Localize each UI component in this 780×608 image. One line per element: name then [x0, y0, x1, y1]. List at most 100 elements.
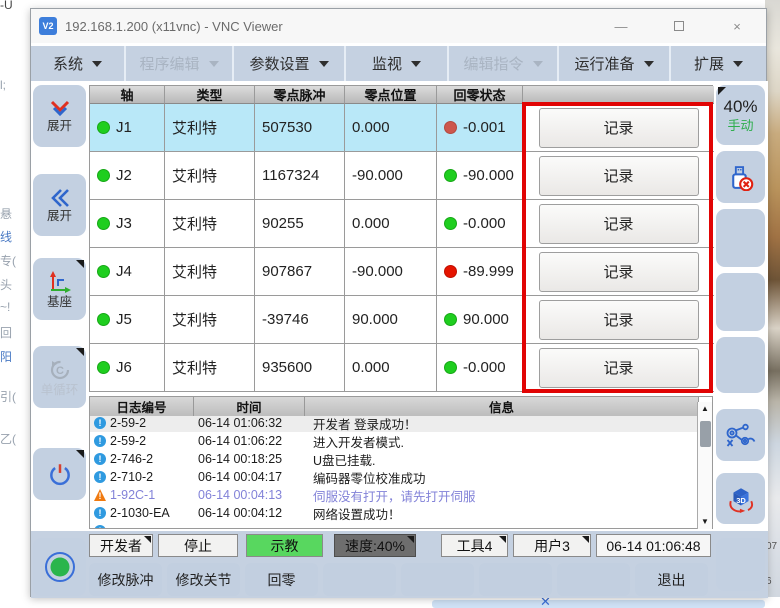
scrollbar-thumb[interactable] [700, 421, 711, 447]
record-button-j4[interactable]: 记录 [539, 252, 699, 292]
log-row[interactable]: 2-746-2 06-14 00:18:25 U盘已挂载. [90, 450, 712, 468]
table-row-j3[interactable]: J3 艾利特 90255 0.000 -0.000 记录 [90, 200, 712, 248]
bg-fragment: l; [0, 78, 29, 92]
expand-left-button[interactable]: 展开 [33, 174, 86, 236]
info-icon [94, 417, 106, 429]
speed-badge[interactable]: 速度:40% [334, 534, 416, 557]
axis-led [97, 361, 110, 374]
chevron-down-icon [319, 61, 329, 67]
status-bar: 开发者 停止 示教 速度:40% 工具4 用户3 06-14 01:06:48 [89, 534, 713, 558]
single-cycle-button[interactable]: C 单循环 [33, 346, 86, 408]
maximize-button[interactable] [650, 9, 708, 43]
clock: 06-14 01:06:48 [596, 534, 711, 557]
table-row-j6[interactable]: J6 艾利特 935600 0.000 -0.000 记录 [90, 344, 712, 392]
menubar: 系统 程序编辑 参数设置 监视 编辑指令 运行准备 扩展 [31, 46, 766, 81]
status-led [444, 265, 457, 278]
tool-badge[interactable]: 工具4 [441, 534, 508, 557]
base-frame-button[interactable]: 基座 [33, 258, 86, 320]
speed-mode-button[interactable]: 40% 手动 [716, 85, 765, 145]
expand-label: 展开 [47, 120, 72, 133]
function-key-row: 修改脉冲 修改关节 回零 退出 [89, 563, 713, 596]
maximize-icon [674, 21, 684, 31]
power-icon [47, 461, 73, 487]
col-axis: 轴 [90, 86, 165, 104]
run-state-badge: 停止 [158, 534, 238, 557]
info-icon [94, 525, 106, 528]
window-title: 192.168.1.200 (x11vnc) - VNC Viewer [65, 19, 592, 34]
servo-power-button[interactable] [33, 448, 86, 500]
home-button[interactable]: 回零 [245, 563, 318, 596]
log-row[interactable]: 2-59-2 06-14 01:06:32 开发者 登录成功！ [90, 414, 712, 432]
speed-percent: 40% [723, 98, 757, 116]
menu-run-prepare[interactable]: 运行准备 [559, 46, 671, 81]
user-frame-badge[interactable]: 用户3 [513, 534, 591, 557]
modify-joint-button[interactable]: 修改关节 [167, 563, 240, 596]
menu-system[interactable]: 系统 [31, 46, 126, 81]
table-row-j2[interactable]: J2 艾利特 1167324 -90.000 -90.000 记录 [90, 152, 712, 200]
minimize-button[interactable]: — [592, 9, 650, 43]
svg-text:C: C [56, 365, 64, 377]
log-row[interactable]: 2-1030-EA 06-14 00:04:12 网络设置成功！ [90, 504, 712, 522]
chevron-down-icon [533, 61, 543, 67]
chevron-down-icon [209, 61, 219, 67]
view-3d-button[interactable]: 3D [716, 473, 765, 524]
usb-disconnected-icon [727, 164, 754, 191]
exit-button[interactable]: 退出 [635, 563, 708, 596]
corner-menu-mark [76, 348, 84, 356]
table-row-j1[interactable]: J1 艾利特 507530 0.000 -0.001 记录 [90, 104, 712, 152]
log-row-warning[interactable]: 1-92C-1 06-14 00:04:13 伺服没有打开，请先打开伺服 [90, 486, 712, 504]
usb-unmount-button[interactable] [716, 151, 765, 203]
vnc-viewer-window: V2 192.168.1.200 (x11vnc) - VNC Viewer —… [30, 8, 767, 597]
status-led [444, 121, 457, 134]
log-rows: 2-59-2 06-14 01:06:32 开发者 登录成功！ 2-59-2 0… [90, 414, 712, 528]
log-header: 日志编号 时间 信息 [90, 397, 712, 414]
chevron-down-icon [411, 61, 421, 67]
record-button-j3[interactable]: 记录 [539, 204, 699, 244]
chevron-down-icon [644, 61, 654, 67]
col-log-id: 日志编号 [90, 397, 194, 416]
menu-parameters[interactable]: 参数设置 [234, 46, 346, 81]
close-button[interactable]: × [708, 9, 766, 43]
scroll-up-icon[interactable]: ▲ [698, 402, 712, 416]
manual-mode-label: 手动 [727, 118, 753, 133]
log-row-partial[interactable] [90, 522, 712, 528]
record-button-j6[interactable]: 记录 [539, 348, 699, 388]
green-circle-icon [43, 550, 77, 584]
info-icon [94, 507, 106, 519]
record-button-j1[interactable]: 记录 [539, 108, 699, 148]
col-log-time: 时间 [194, 397, 305, 416]
record-button-j5[interactable]: 记录 [539, 300, 699, 340]
record-button-j2[interactable]: 记录 [539, 156, 699, 196]
status-led [444, 169, 457, 182]
svg-text:3D: 3D [736, 495, 746, 504]
menu-monitor[interactable]: 监视 [346, 46, 449, 81]
user-level-badge[interactable]: 开发者 [89, 534, 153, 557]
info-icon [94, 435, 106, 447]
expand-label: 展开 [47, 210, 72, 223]
status-led [444, 217, 457, 230]
status-led [444, 361, 457, 374]
log-row[interactable]: 2-59-2 06-14 01:06:22 进入开发者模式. [90, 432, 712, 450]
double-chevron-left-icon [49, 188, 71, 208]
chevron-down-icon [92, 61, 102, 67]
table-row-j4[interactable]: J4 艾利特 907867 -90.000 -89.999 记录 [90, 248, 712, 296]
bg-fragment: 引( [0, 388, 29, 405]
empty-rail-button [716, 273, 765, 331]
table-row-j5[interactable]: J5 艾利特 -39746 90.000 90.000 记录 [90, 296, 712, 344]
menu-extension[interactable]: 扩展 [671, 46, 766, 81]
corner-menu-mark [144, 536, 151, 543]
log-row[interactable]: 2-710-2 06-14 00:04:17 编码器零位校准成功 [90, 468, 712, 486]
expand-down-button[interactable]: 展开 [33, 85, 86, 147]
scroll-down-icon[interactable]: ▼ [698, 515, 712, 529]
axis-led [97, 313, 110, 326]
single-cycle-label: 单循环 [41, 384, 79, 397]
warning-icon [94, 489, 106, 501]
info-icon [94, 453, 106, 465]
start-enable-button[interactable] [33, 538, 86, 596]
axis-table-header: 轴 类型 零点脉冲 零点位置 回零状态 [90, 86, 712, 104]
bg-fragment: 线 [0, 228, 29, 245]
robot-jog-button[interactable] [716, 409, 765, 461]
log-scrollbar[interactable]: ▲ ▼ [697, 402, 712, 529]
corner-menu-mark [582, 536, 589, 543]
modify-pulse-button[interactable]: 修改脉冲 [89, 563, 162, 596]
